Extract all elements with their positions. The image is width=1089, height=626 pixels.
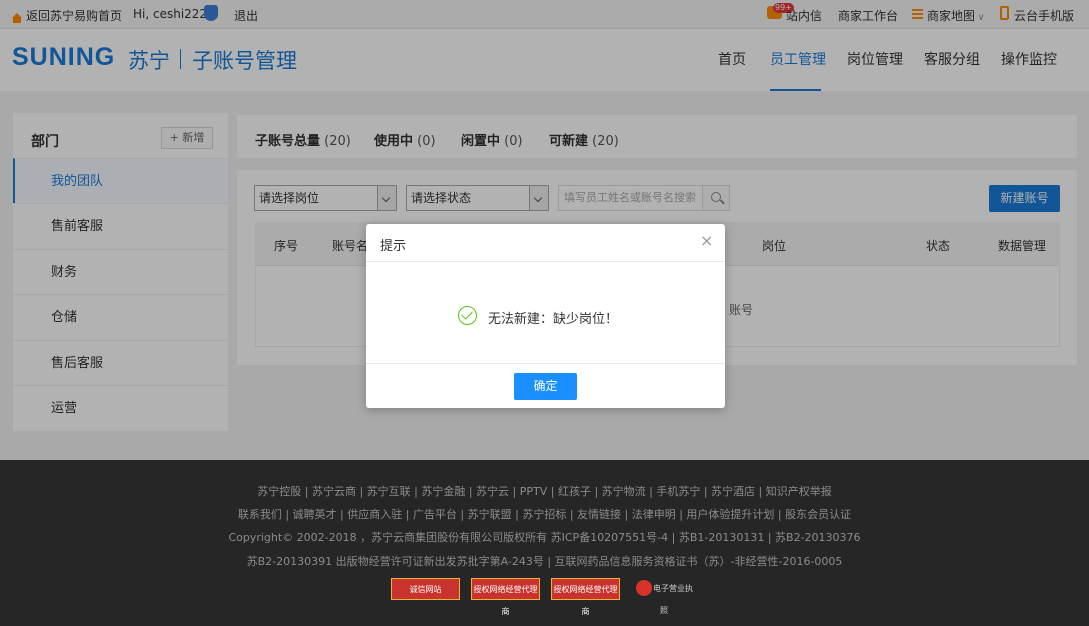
- copyright: Copyright© 2002-2018 ，苏宁云商集团股份有限公司版权所有 苏…: [228, 531, 861, 544]
- license-text: 苏B2-20130391 出版物经营许可证新出发苏批字第A-243号 | 互联网…: [246, 555, 843, 568]
- footer: 苏宁控股 | 苏宁云商 | 苏宁互联 | 苏宁金融 | 苏宁云 | PPTV |…: [0, 460, 1089, 626]
- dialog-header: 提示 ×: [366, 224, 725, 262]
- dialog-message: 无法新建：缺少岗位！: [488, 312, 619, 327]
- close-icon[interactable]: ×: [700, 233, 713, 249]
- trust-badge-license[interactable]: 电子营业执照: [632, 578, 696, 615]
- alert-dialog: 提示 × 无法新建：缺少岗位！ 确定: [366, 224, 725, 408]
- footer-links-1[interactable]: 苏宁控股 | 苏宁云商 | 苏宁互联 | 苏宁金融 | 苏宁云 | PPTV |…: [0, 483, 1089, 499]
- trust-badge-unicom[interactable]: 授权网络经营代理商: [471, 578, 540, 616]
- confirm-button[interactable]: 确定: [514, 373, 577, 400]
- trust-badge-telecom[interactable]: 授权网络经营代理商: [551, 578, 620, 616]
- trust-badge-credit[interactable]: 诚信网站: [391, 578, 460, 600]
- check-circle-icon: [458, 306, 477, 325]
- footer-links-2[interactable]: 联系我们 | 诚聘英才 | 供应商入驻 | 广告平台 | 苏宁联盟 | 苏宁招标…: [0, 506, 1089, 522]
- dialog-divider: [366, 363, 725, 364]
- trust-badges: 诚信网站 授权网络经营代理商 授权网络经营代理商 电子营业执照: [0, 578, 1089, 616]
- dialog-title: 提示: [380, 239, 407, 254]
- emblem-icon: [636, 580, 652, 596]
